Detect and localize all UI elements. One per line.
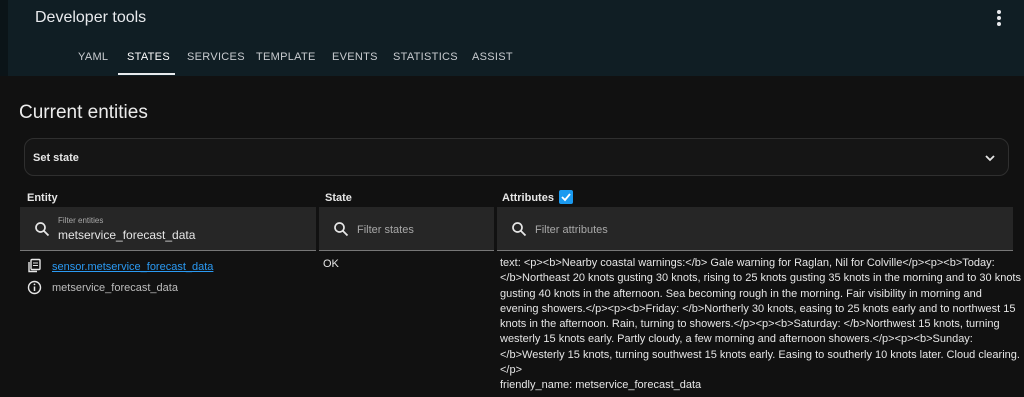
page-title: Current entities	[19, 102, 148, 123]
tab-assist[interactable]: ASSIST	[472, 51, 513, 63]
entity-state-value: OK	[323, 258, 339, 270]
magnify-icon	[512, 222, 527, 237]
checkmark-icon	[561, 193, 571, 202]
app-header	[0, 0, 1024, 76]
column-header-state[interactable]: State	[325, 192, 352, 204]
clipboard-icon[interactable]	[27, 258, 42, 273]
attribute-text-value: text: <p><b>Nearby coastal warnings:</b>…	[500, 257, 1021, 377]
entity-filter-value: metservice_forecast_data	[58, 228, 196, 242]
chevron-down-icon	[985, 155, 995, 162]
tab-states[interactable]: STATES	[127, 51, 170, 63]
tab-services[interactable]: SERVICES	[187, 51, 245, 63]
attributes-filter-placeholder: Filter attributes	[535, 224, 608, 236]
sidebar-edge	[0, 0, 8, 76]
state-filter-input[interactable]: Filter states	[319, 207, 494, 251]
magnify-icon	[35, 222, 50, 237]
attributes-filter-input[interactable]: Filter attributes	[497, 207, 1013, 251]
tab-yaml[interactable]: YAML	[78, 51, 108, 63]
column-header-entity[interactable]: Entity	[27, 192, 58, 204]
state-filter-placeholder: Filter states	[357, 224, 414, 236]
attribute-friendly-name: friendly_name: metservice_forecast_data	[500, 379, 702, 391]
more-vertical-icon[interactable]	[990, 8, 1008, 28]
entity-filter-label: Filter entities	[58, 216, 104, 225]
tab-statistics[interactable]: STATISTICS	[393, 51, 458, 63]
column-header-attributes: Attributes	[502, 192, 554, 204]
set-state-label: Set state	[33, 152, 79, 164]
tab-template[interactable]: TEMPLATE	[256, 51, 316, 63]
entity-filter-input[interactable]: Filter entities metservice_forecast_data	[20, 207, 316, 251]
tab-events[interactable]: EVENTS	[332, 51, 378, 63]
page-header-title: Developer tools	[35, 9, 147, 26]
info-circle-icon[interactable]	[27, 280, 42, 295]
attributes-checkbox[interactable]	[559, 190, 573, 204]
magnify-icon	[334, 222, 349, 237]
active-tab-indicator	[118, 73, 175, 75]
set-state-expander[interactable]: Set state	[24, 138, 1009, 176]
entity-id-link[interactable]: sensor.metservice_forecast_data	[52, 261, 213, 273]
entity-friendly-name: metservice_forecast_data	[52, 282, 178, 294]
